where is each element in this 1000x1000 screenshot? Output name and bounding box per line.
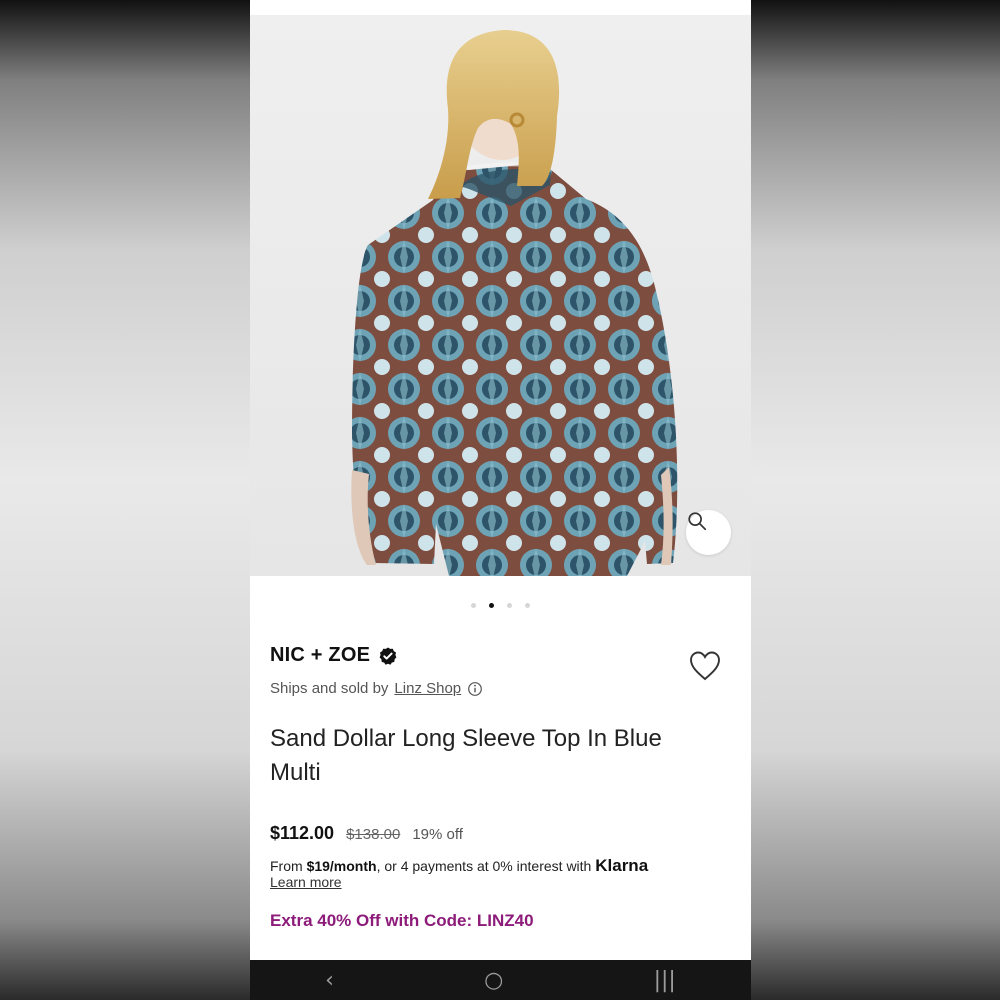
carousel-dot[interactable] bbox=[471, 603, 476, 608]
carousel-dot-active[interactable] bbox=[489, 603, 494, 608]
android-navigation-bar: ‹ ○ ||| bbox=[250, 960, 751, 1000]
installment-from: From bbox=[270, 858, 303, 874]
recents-icon[interactable]: ||| bbox=[654, 968, 676, 993]
installment-amount: $19/month bbox=[306, 858, 377, 874]
price-row: $112.00 $138.00 19% off bbox=[270, 823, 463, 844]
verified-badge-icon bbox=[379, 647, 397, 665]
left-background bbox=[0, 0, 250, 1000]
carousel-indicator bbox=[250, 603, 751, 608]
carousel-dot[interactable] bbox=[507, 603, 512, 608]
carousel-dot[interactable] bbox=[525, 603, 530, 608]
ships-label: Ships and sold by bbox=[270, 680, 389, 697]
zoom-button[interactable] bbox=[686, 510, 731, 555]
heart-icon[interactable] bbox=[688, 650, 722, 682]
learn-more-link[interactable]: Learn more bbox=[270, 874, 342, 890]
installment-suffix: , or 4 payments at 0% interest with bbox=[376, 858, 592, 874]
home-icon[interactable]: ○ bbox=[484, 968, 503, 993]
right-background bbox=[750, 0, 1000, 1000]
back-icon[interactable]: ‹ bbox=[325, 968, 334, 993]
info-icon[interactable] bbox=[467, 681, 483, 697]
discount-label: 19% off bbox=[412, 826, 463, 843]
promo-code-text: Extra 40% Off with Code: LINZ40 bbox=[270, 911, 534, 930]
brand-name[interactable]: NIC + ZOE bbox=[270, 644, 370, 667]
installment-info: From $19/month, or 4 payments at 0% inte… bbox=[270, 856, 740, 876]
brand-row: NIC + ZOE bbox=[270, 644, 398, 667]
seller-info: Ships and sold by Linz Shop bbox=[270, 680, 483, 697]
product-photo bbox=[351, 30, 678, 576]
seller-link[interactable]: Linz Shop bbox=[394, 680, 461, 697]
klarna-logo: Klarna bbox=[595, 856, 649, 875]
product-screen: NIC + ZOE Ships and sold by Linz Shop Sa… bbox=[250, 0, 751, 1000]
original-price: $138.00 bbox=[346, 826, 401, 843]
sale-price: $112.00 bbox=[270, 823, 335, 843]
magnifier-icon bbox=[688, 512, 707, 531]
product-title: Sand Dollar Long Sleeve Top In Blue Mult… bbox=[270, 725, 662, 786]
product-image[interactable] bbox=[250, 15, 751, 576]
